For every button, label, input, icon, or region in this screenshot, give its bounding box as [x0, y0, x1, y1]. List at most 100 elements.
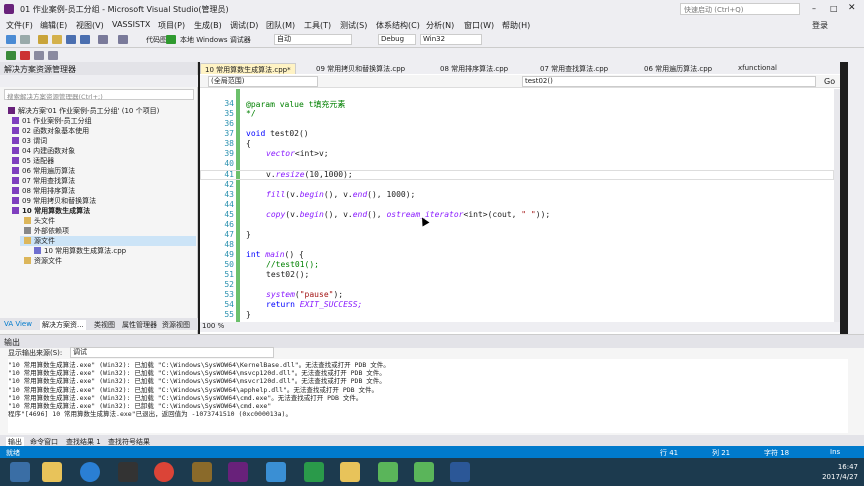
app-icon[interactable]: [266, 462, 286, 482]
vertical-scrollbar[interactable]: [834, 89, 840, 322]
code-token: );: [333, 290, 344, 299]
menu-test[interactable]: 测试(S): [340, 20, 367, 31]
platform-combo[interactable]: Win32: [420, 34, 482, 45]
qt-icon[interactable]: [414, 462, 434, 482]
zoom-level[interactable]: 100 %: [202, 322, 224, 330]
tree-project[interactable]: 02 函数对象基本使用: [12, 126, 89, 136]
new-project-icon[interactable]: [38, 35, 48, 44]
scope-combo[interactable]: (全局范围): [208, 76, 318, 87]
continue-icon[interactable]: [6, 51, 16, 60]
output-source-combo[interactable]: 调试: [70, 347, 274, 358]
code-area[interactable]: 34 35 36 37 38 39 40 41 42 43 44 45 46 4…: [200, 89, 840, 322]
right-tool-strip: [848, 62, 864, 334]
menu-edit[interactable]: 编辑(E): [40, 20, 67, 31]
tab-xfunctional[interactable]: xfunctional: [734, 63, 781, 74]
line-number: 55: [224, 310, 234, 319]
menu-build[interactable]: 生成(B): [194, 20, 222, 31]
tab-file-07[interactable]: 07 常用查找算法.cpp: [536, 63, 612, 74]
tree-project[interactable]: 09 常用拷贝和替换算法: [12, 196, 96, 206]
tab-class-view[interactable]: 类视图: [94, 320, 115, 330]
tree-label: 08 常用排序算法: [22, 187, 76, 195]
auto-combo[interactable]: 自动: [274, 34, 352, 45]
solution-explorer-title: 解决方案资源管理器: [0, 62, 197, 75]
tree-folder-selected[interactable]: 源文件: [20, 236, 196, 246]
forward-icon[interactable]: [20, 35, 30, 44]
maximize-button[interactable]: □: [830, 4, 838, 13]
tab-file-06[interactable]: 06 常用遍历算法.cpp: [640, 63, 716, 74]
tree-solution[interactable]: 解决方案'01 作业案例-员工分组' (10 个项目): [8, 106, 159, 116]
minimize-button[interactable]: –: [812, 4, 816, 13]
tab-property-manager[interactable]: 属性管理器: [122, 320, 157, 330]
output-text[interactable]: "10 常用算数生成算法.exe" (Win32): 已加载 "C:\Windo…: [8, 359, 848, 433]
menu-vassistx[interactable]: VASSISTX: [112, 20, 150, 29]
output-panel: 输出 显示输出来源(S): 调试 "10 常用算数生成算法.exe" (Win3…: [0, 334, 864, 447]
chrome-icon[interactable]: [154, 462, 174, 482]
open-file-icon[interactable]: [52, 35, 62, 44]
stop-icon[interactable]: [20, 51, 30, 60]
tree-project[interactable]: 07 常用查找算法: [12, 176, 75, 186]
menu-help[interactable]: 帮助(H): [502, 20, 530, 31]
menu-file[interactable]: 文件(F): [6, 20, 33, 31]
save-icon[interactable]: [66, 35, 76, 44]
visual-studio-icon[interactable]: [228, 462, 248, 482]
redo-icon[interactable]: [118, 35, 128, 44]
tab-resource-view[interactable]: 资源视图: [162, 320, 190, 330]
login-link[interactable]: 登录: [812, 20, 828, 31]
menu-analyze[interactable]: 分析(N): [426, 20, 454, 31]
code-token: void: [246, 129, 266, 138]
tree-project[interactable]: 06 常用遍历算法: [12, 166, 75, 176]
close-button[interactable]: ✕: [848, 3, 856, 13]
code-map-button[interactable]: 代码图: [146, 35, 167, 45]
tree-project[interactable]: 03 谓词: [12, 136, 47, 146]
ie-icon[interactable]: [80, 462, 100, 482]
menu-tools[interactable]: 工具(T): [304, 20, 331, 31]
file-explorer-icon[interactable]: [42, 462, 62, 482]
unity-icon[interactable]: [118, 462, 138, 482]
status-insert-mode: Ins: [830, 448, 841, 456]
step-over-icon[interactable]: [34, 51, 44, 60]
line-number: 48: [224, 240, 234, 249]
toolbar-debug: [0, 48, 864, 62]
project-icon: [12, 167, 19, 174]
menu-team[interactable]: 团队(M): [266, 20, 295, 31]
solution-search-input[interactable]: 搜索解决方案资源管理器(Ctrl+;): [4, 89, 194, 101]
tab-file-10[interactable]: 10 常用算数生成算法.cpp*: [200, 63, 296, 74]
app-icon[interactable]: [304, 462, 324, 482]
code-token: v.: [266, 170, 276, 179]
start-icon[interactable]: [10, 462, 30, 482]
tree-folder[interactable]: 资源文件: [24, 256, 62, 266]
app-icon[interactable]: [192, 462, 212, 482]
tree-folder[interactable]: 头文件: [24, 216, 55, 226]
word-icon[interactable]: [450, 462, 470, 482]
undo-icon[interactable]: [98, 35, 108, 44]
tab-solution-explorer[interactable]: 解决方案资...: [40, 320, 86, 330]
menu-project[interactable]: 项目(P): [158, 20, 185, 31]
tab-va-view[interactable]: VA View: [4, 320, 32, 328]
menu-architecture[interactable]: 体系结构(C): [376, 20, 420, 31]
folder-icon[interactable]: [340, 462, 360, 482]
tree-project-active[interactable]: 10 常用算数生成算法: [12, 206, 90, 216]
menu-view[interactable]: 视图(V): [76, 20, 104, 31]
menu-window[interactable]: 窗口(W): [464, 20, 494, 31]
tree-project[interactable]: 08 常用排序算法: [12, 186, 75, 196]
local-debugger-button[interactable]: 本地 Windows 调试器: [180, 35, 251, 45]
quick-launch-input[interactable]: 快速启动 (Ctrl+Q): [680, 3, 800, 15]
tree-file[interactable]: 10 常用算数生成算法.cpp: [34, 246, 126, 256]
tree-project[interactable]: 05 适配器: [12, 156, 54, 166]
qt-icon[interactable]: [378, 462, 398, 482]
tree-project[interactable]: 04 内建函数对象: [12, 146, 75, 156]
go-button[interactable]: Go: [824, 77, 835, 86]
tree-project[interactable]: 01 作业案例-员工分组: [12, 116, 92, 126]
step-into-icon[interactable]: [48, 51, 58, 60]
function-combo[interactable]: test02(): [522, 76, 816, 87]
start-debug-icon[interactable]: [166, 35, 176, 44]
code-line-39: vector<int>v;: [266, 149, 329, 158]
configuration-combo[interactable]: Debug: [378, 34, 416, 45]
menu-debug[interactable]: 调试(D): [230, 20, 258, 31]
tree-folder[interactable]: 外部依赖项: [24, 226, 69, 236]
tab-file-08[interactable]: 08 常用排序算法.cpp: [436, 63, 512, 74]
back-icon[interactable]: [6, 35, 16, 44]
status-bar: 就绪 行 41 列 21 字符 18 Ins: [0, 446, 864, 458]
save-all-icon[interactable]: [80, 35, 90, 44]
tab-file-09[interactable]: 09 常用拷贝和替换算法.cpp: [312, 63, 409, 74]
